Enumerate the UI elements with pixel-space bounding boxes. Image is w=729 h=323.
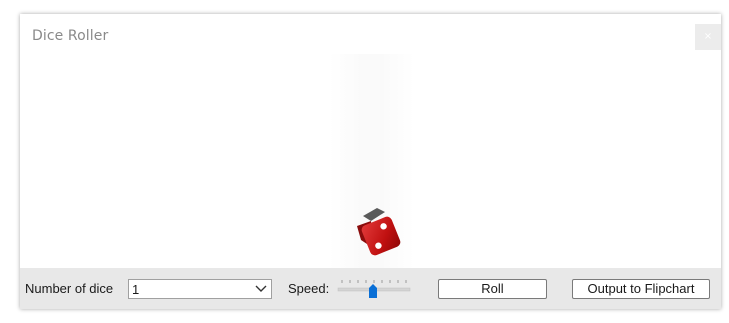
output-to-flipchart-button[interactable]: Output to Flipchart xyxy=(572,279,710,299)
dice-stage xyxy=(20,54,721,268)
chevron-down-icon xyxy=(255,285,267,292)
toolbar: Number of dice 1 Speed: Roll Output to F… xyxy=(20,268,721,309)
slider-ticks xyxy=(341,280,407,283)
speed-label: Speed: xyxy=(288,281,330,296)
dice-count-select[interactable]: 1 xyxy=(128,279,272,299)
dialog-title: Dice Roller xyxy=(32,28,109,44)
close-button[interactable]: × xyxy=(695,24,721,50)
roll-button[interactable]: Roll xyxy=(438,279,547,299)
speed-slider[interactable] xyxy=(336,278,412,302)
dice-count-value: 1 xyxy=(132,282,140,297)
dice-count-label: Number of dice xyxy=(25,281,114,296)
slider-thumb xyxy=(369,284,377,298)
dice-roller-dialog: Dice Roller × Number of dice 1 Speed: Ro… xyxy=(20,14,721,309)
die-icon[interactable] xyxy=(349,204,405,260)
